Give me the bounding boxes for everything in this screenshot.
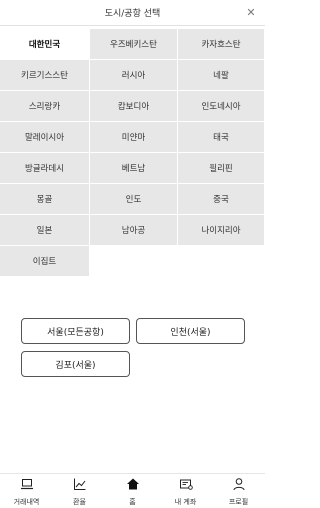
country-item[interactable]: 우즈베키스탄 (90, 29, 178, 59)
tab-transactions[interactable]: 거래내역 (0, 474, 53, 508)
country-item[interactable]: 인도 (90, 184, 178, 214)
country-item[interactable]: 베트남 (90, 153, 178, 183)
tab-label: 프로필 (228, 497, 249, 506)
account-icon (179, 476, 193, 495)
tab-home[interactable]: 홈 (106, 474, 159, 508)
country-item[interactable]: 네팔 (178, 60, 265, 90)
country-item[interactable]: 필리핀 (178, 153, 265, 183)
country-item[interactable]: 중국 (178, 184, 265, 214)
tab-label: 환율 (73, 497, 86, 506)
chart-icon (73, 476, 87, 495)
header-bar: 도시/공항 선택 ✕ (0, 0, 265, 26)
country-item[interactable]: 태국 (178, 122, 265, 152)
country-item[interactable]: 인도네시아 (178, 91, 265, 121)
city-button[interactable]: 서울(모든공항) (21, 318, 130, 344)
home-icon (126, 476, 140, 495)
person-icon (232, 476, 246, 495)
country-item[interactable]: 러시아 (90, 60, 178, 90)
tab-profile[interactable]: 프로필 (212, 474, 265, 508)
tab-label: 거래내역 (13, 497, 40, 506)
city-button[interactable]: 김포(서울) (21, 351, 130, 377)
empty-cell (178, 246, 265, 276)
bottom-tab-bar: 거래내역 환율 홈 내 계좌 프로필 (0, 473, 265, 508)
tab-label: 내 계좌 (174, 497, 197, 506)
close-icon[interactable]: ✕ (243, 4, 259, 20)
tab-exchange-rate[interactable]: 환율 (53, 474, 106, 508)
country-grid: 대한민국 우즈베키스탄 카자흐스탄 키르기스스탄 러시아 네팔 스리랑카 캄보디… (0, 29, 265, 276)
country-item[interactable]: 남아공 (90, 215, 178, 245)
country-item[interactable]: 말레이시아 (0, 122, 90, 152)
country-item[interactable]: 스리랑카 (0, 91, 90, 121)
country-item[interactable]: 키르기스스탄 (0, 60, 90, 90)
country-item[interactable]: 미얀마 (90, 122, 178, 152)
country-item[interactable]: 카자흐스탄 (178, 29, 265, 59)
country-item[interactable]: 일본 (0, 215, 90, 245)
country-item[interactable]: 이집트 (0, 246, 90, 276)
tab-my-account[interactable]: 내 계좌 (159, 474, 212, 508)
tab-label: 홈 (129, 497, 136, 506)
country-item[interactable]: 캄보디아 (90, 91, 178, 121)
city-button[interactable]: 인천(서울) (136, 318, 245, 344)
laptop-icon (20, 476, 34, 495)
country-item[interactable]: 대한민국 (0, 29, 90, 59)
country-item[interactable]: 몽골 (0, 184, 90, 214)
empty-cell (90, 246, 178, 276)
country-item[interactable]: 방글라데시 (0, 153, 90, 183)
country-item[interactable]: 나이지리아 (178, 215, 265, 245)
page-title: 도시/공항 선택 (104, 9, 161, 19)
